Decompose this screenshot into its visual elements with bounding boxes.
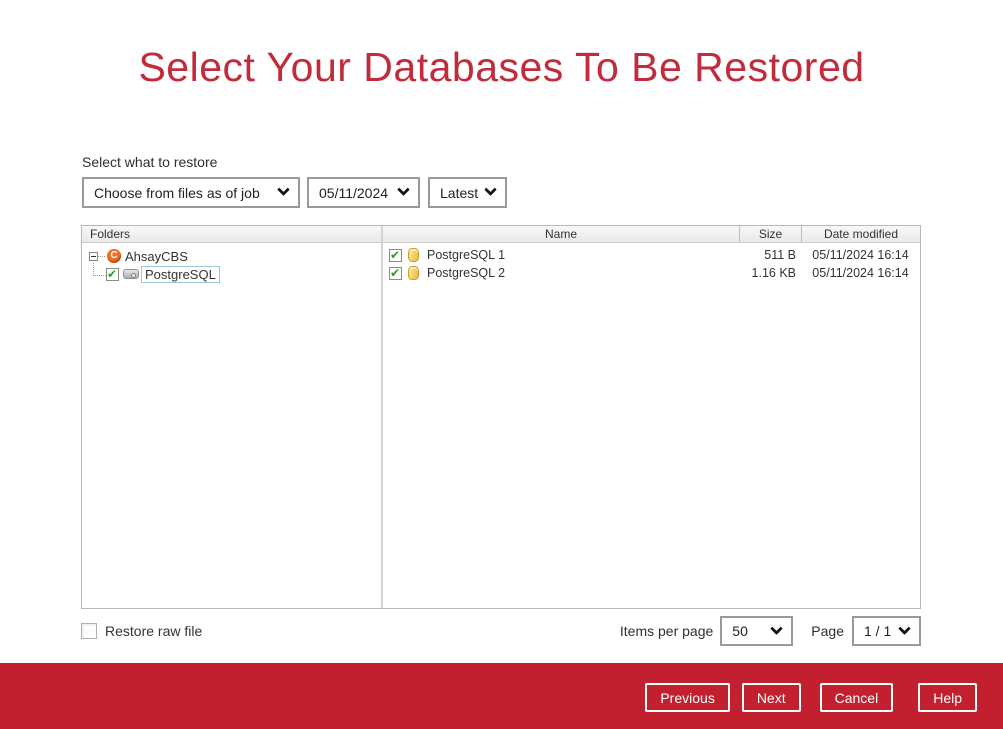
page-label: Page — [811, 623, 844, 639]
table-row[interactable]: PostgreSQL 1 511 B 05/11/2024 16:14 — [383, 246, 920, 264]
cancel-button[interactable]: Cancel — [820, 683, 894, 712]
restore-raw-file-checkbox[interactable] — [81, 623, 97, 639]
page-dropdown[interactable]: 1 / 1 — [852, 616, 921, 646]
restore-source-value: Choose from files as of job — [94, 185, 260, 201]
next-button[interactable]: Next — [742, 683, 801, 712]
column-header-size[interactable]: Size — [739, 226, 801, 242]
job-date-value: 05/11/2024 — [319, 185, 388, 201]
help-button[interactable]: Help — [918, 683, 977, 712]
job-time-dropdown[interactable]: Latest — [428, 177, 507, 208]
files-pane: Name Size Date modified PostgreSQL 1 511… — [383, 226, 920, 608]
file-name: PostgreSQL 2 — [427, 266, 505, 280]
page-title: Select Your Databases To Be Restored — [0, 44, 1003, 91]
list-footer-controls: Restore raw file Items per page 50 Page … — [81, 615, 921, 647]
tree-item-postgresql[interactable]: PostgreSQL — [82, 265, 381, 283]
file-browser-panel: Folders C AhsayCBS PostgreSQL Name — [81, 225, 921, 609]
file-name: PostgreSQL 1 — [427, 248, 505, 262]
tree-item-ahsaycbs[interactable]: C AhsayCBS — [82, 247, 381, 265]
database-icon — [408, 248, 419, 262]
chevron-down-icon — [898, 622, 911, 635]
restore-raw-file-option[interactable]: Restore raw file — [81, 623, 202, 639]
previous-button[interactable]: Previous — [645, 683, 729, 712]
chevron-down-icon — [484, 183, 497, 196]
table-row[interactable]: PostgreSQL 2 1.16 KB 05/11/2024 16:14 — [383, 264, 920, 282]
items-per-page-label: Items per page — [620, 623, 713, 639]
pagination-controls: Items per page 50 Page 1 / 1 — [620, 616, 921, 646]
restore-raw-file-label: Restore raw file — [105, 623, 202, 639]
chevron-down-icon — [770, 622, 783, 635]
footer-action-bar: Previous Next Cancel Help — [0, 663, 1003, 729]
folders-pane-header: Folders — [82, 226, 381, 243]
database-icon — [408, 266, 419, 280]
tree-item-label-selected[interactable]: PostgreSQL — [141, 266, 220, 283]
cell-date-modified: 05/11/2024 16:14 — [801, 248, 920, 262]
tree-connector — [98, 256, 105, 257]
cell-size: 511 B — [739, 248, 801, 262]
chevron-down-icon — [397, 183, 410, 196]
cell-date-modified: 05/11/2024 16:14 — [801, 266, 920, 280]
restore-wizard-page: Select Your Databases To Be Restored Sel… — [0, 0, 1003, 729]
row-checkbox[interactable] — [389, 267, 402, 280]
restore-options-row: Choose from files as of job 05/11/2024 L… — [82, 177, 507, 208]
column-header-name[interactable]: Name — [383, 226, 739, 242]
tree-item-checkbox[interactable] — [106, 268, 119, 281]
cell-name: PostgreSQL 1 — [383, 248, 739, 262]
restore-source-dropdown[interactable]: Choose from files as of job — [82, 177, 300, 208]
chevron-down-icon — [277, 183, 290, 196]
tree-connector — [93, 263, 106, 276]
database-host-icon — [123, 269, 139, 279]
cell-name: PostgreSQL 2 — [383, 266, 739, 280]
select-what-to-restore-label: Select what to restore — [82, 154, 217, 170]
collapse-expander-icon[interactable] — [89, 252, 98, 261]
ahsaycbs-server-icon: C — [107, 249, 121, 263]
folders-pane: Folders C AhsayCBS PostgreSQL — [82, 226, 383, 608]
job-date-dropdown[interactable]: 05/11/2024 — [307, 177, 420, 208]
column-header-date-modified[interactable]: Date modified — [801, 226, 920, 242]
folder-tree: C AhsayCBS PostgreSQL — [82, 243, 381, 283]
tree-item-label[interactable]: AhsayCBS — [125, 249, 188, 264]
items-per-page-dropdown[interactable]: 50 — [720, 616, 793, 646]
page-value: 1 / 1 — [864, 623, 891, 639]
cell-size: 1.16 KB — [739, 266, 801, 280]
row-checkbox[interactable] — [389, 249, 402, 262]
job-time-value: Latest — [440, 185, 478, 201]
file-list: PostgreSQL 1 511 B 05/11/2024 16:14 Post… — [383, 243, 920, 282]
items-per-page-value: 50 — [732, 623, 748, 639]
files-pane-header: Name Size Date modified — [383, 226, 920, 243]
